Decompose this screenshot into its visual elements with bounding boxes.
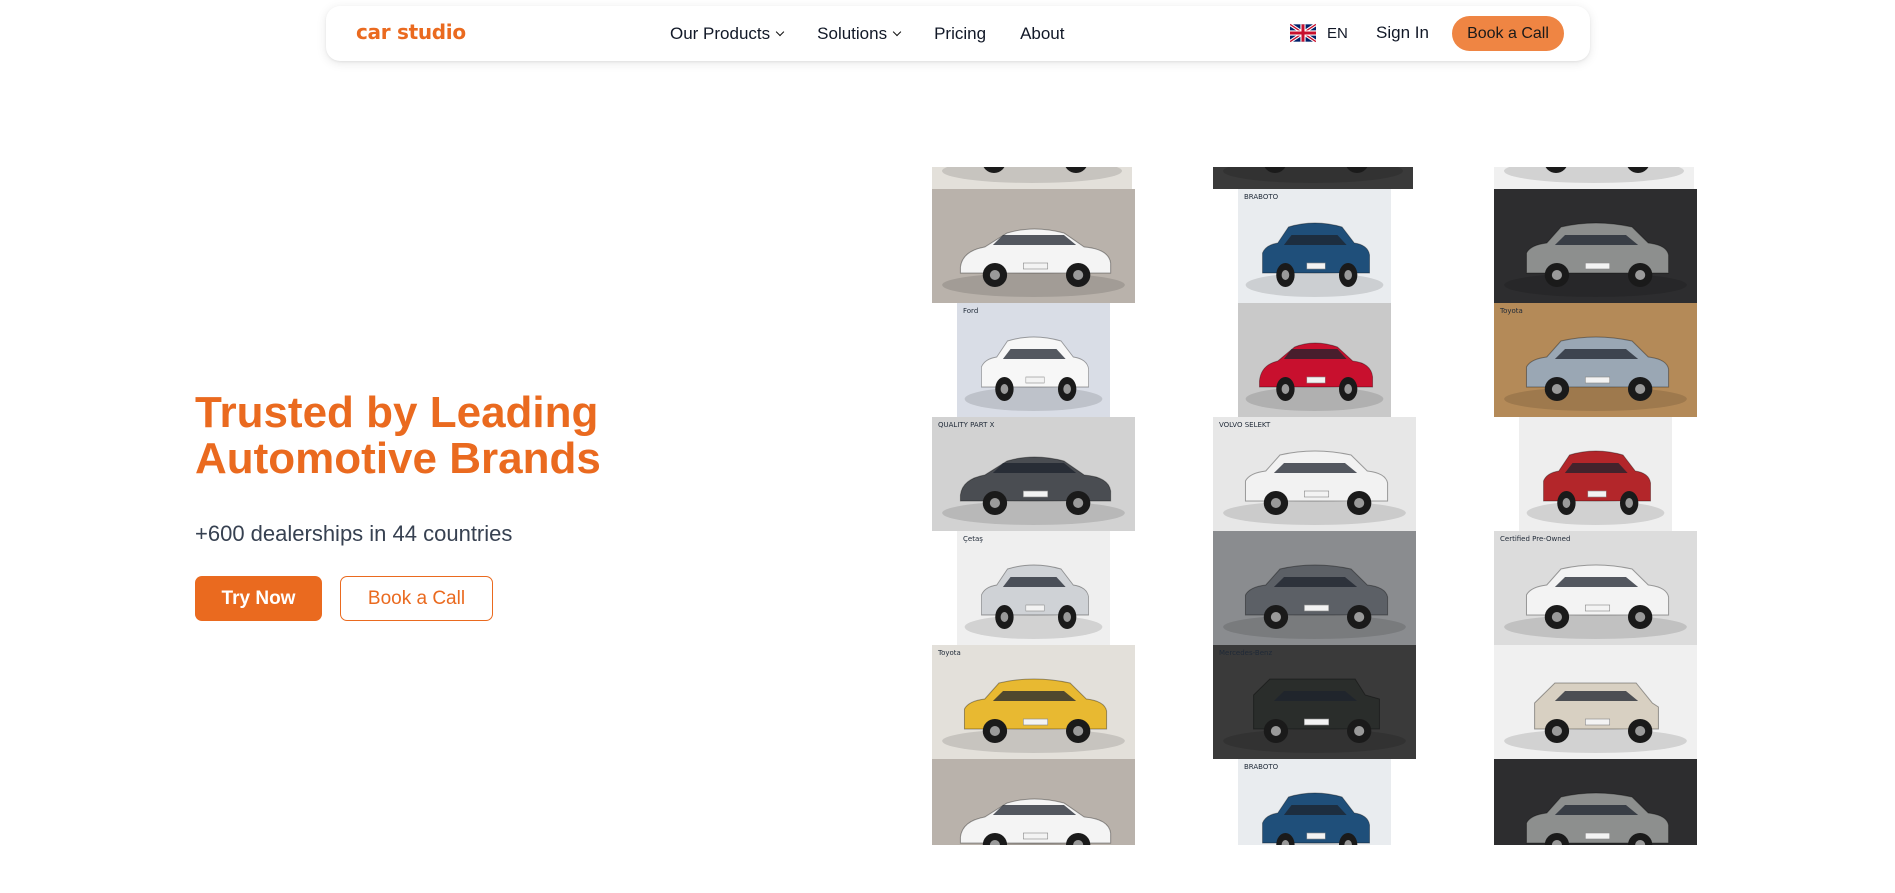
car-tile	[932, 189, 1135, 303]
car-tile	[1213, 531, 1416, 645]
car-tile: Toyota	[1494, 303, 1697, 417]
car-photo-partial	[1494, 167, 1697, 189]
dealer-label: Ford	[963, 307, 979, 315]
car-photo	[932, 759, 1135, 845]
main-nav: Our Products Solutions Pricing About	[670, 6, 1099, 61]
nav-our-products-label: Our Products	[670, 23, 771, 43]
car-photo	[1494, 531, 1697, 645]
car-photo	[932, 417, 1135, 531]
car-tile: Çetaş	[957, 531, 1110, 645]
car-photo	[932, 189, 1135, 303]
car-column-1: Ford QUALITY PART X Çetaş Toyota	[932, 167, 1135, 845]
car-photo-partial	[932, 167, 1135, 189]
car-photo	[1494, 645, 1697, 759]
dealer-label: Toyota	[938, 649, 961, 657]
car-photo	[1519, 417, 1672, 531]
nav-about-label: About	[1020, 23, 1065, 43]
car-tile	[1494, 759, 1697, 845]
nav-solutions[interactable]: Solutions	[817, 6, 902, 61]
language-code: EN	[1327, 24, 1348, 42]
nav-pricing[interactable]: Pricing	[934, 6, 986, 61]
car-photo	[932, 167, 1132, 189]
car-photo	[1213, 417, 1416, 531]
nav-about[interactable]: About	[1020, 6, 1064, 61]
car-photo	[957, 303, 1110, 417]
car-tile	[1238, 303, 1391, 417]
hero-title: Trusted by Leading Automotive Brands	[195, 390, 715, 482]
car-photo	[1238, 303, 1391, 417]
car-photo	[1494, 303, 1697, 417]
car-tile: Mercedes-Benz	[1213, 645, 1416, 759]
car-photo	[1494, 189, 1697, 303]
car-tile	[1494, 189, 1697, 303]
nav-book-call-button[interactable]: Book a Call	[1452, 16, 1564, 51]
chevron-down-icon	[775, 27, 785, 36]
car-photo	[932, 645, 1135, 759]
uk-flag-icon	[1290, 23, 1316, 43]
car-photo	[1213, 167, 1413, 189]
nav-pricing-label: Pricing	[934, 23, 987, 43]
dealer-label: VOLVO SELEKT	[1219, 421, 1271, 429]
car-tile	[1519, 417, 1672, 531]
car-photo	[1494, 167, 1694, 189]
car-tile: Toyota	[932, 645, 1135, 759]
car-studio-logo[interactable]: car studio	[356, 20, 466, 44]
car-photo	[1213, 645, 1416, 759]
book-call-button[interactable]: Book a Call	[340, 576, 493, 621]
car-tile: VOLVO SELEKT	[1213, 417, 1416, 531]
dealer-label: BRABOTO	[1244, 763, 1279, 771]
car-tile: QUALITY PART X	[932, 417, 1135, 531]
nav-solutions-label: Solutions	[817, 23, 888, 43]
nav-our-products[interactable]: Our Products	[670, 6, 785, 61]
dealer-label: Toyota	[1500, 307, 1523, 315]
car-tile: Certified Pre-Owned	[1494, 531, 1697, 645]
try-now-button[interactable]: Try Now	[195, 576, 322, 621]
dealer-label: Çetaş	[963, 535, 983, 543]
car-tile: BRABOTO	[1238, 189, 1391, 303]
car-photo	[1213, 531, 1416, 645]
hero-title-line-2: Automotive Brands	[195, 434, 601, 483]
car-tile	[1494, 645, 1697, 759]
car-photo	[1238, 189, 1391, 303]
hero-title-line-1: Trusted by Leading	[195, 388, 599, 437]
car-photo-partial	[1213, 167, 1416, 189]
top-navbar: car studio Our Products Solutions Pricin…	[326, 6, 1590, 61]
car-column-2: BRABOTO VOLVO SELEKT Mercedes-Benz BRABOTO	[1213, 167, 1416, 845]
sign-in-link[interactable]: Sign In	[1376, 23, 1429, 43]
car-column-3: Toyota Certified Pre-Owned	[1494, 167, 1697, 845]
car-photo	[1238, 759, 1391, 845]
car-tile: Ford	[957, 303, 1110, 417]
dealer-label: QUALITY PART X	[938, 421, 995, 429]
car-photo	[957, 531, 1110, 645]
car-tile: BRABOTO	[1238, 759, 1391, 845]
language-selector[interactable]: EN	[1290, 23, 1348, 43]
dealer-label: Mercedes-Benz	[1219, 649, 1273, 657]
dealer-label: Certified Pre-Owned	[1500, 535, 1571, 543]
hero-subtitle: +600 dealerships in 44 countries	[195, 521, 513, 546]
chevron-down-icon	[892, 27, 902, 36]
car-tile	[932, 759, 1135, 845]
dealer-label: BRABOTO	[1244, 193, 1279, 201]
car-photo	[1494, 759, 1697, 845]
